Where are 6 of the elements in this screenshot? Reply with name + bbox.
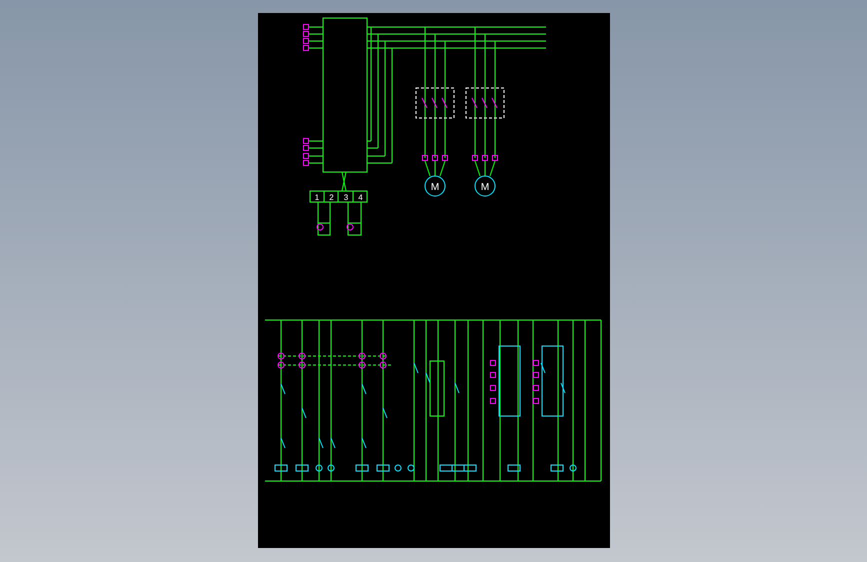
terminal-number: 4 xyxy=(358,193,362,202)
motor-label: M xyxy=(430,182,439,193)
motor-label: M xyxy=(480,182,489,193)
terminal-number: 3 xyxy=(343,193,348,202)
terminal-number: 1 xyxy=(314,193,319,202)
terminal-number: 2 xyxy=(328,193,334,202)
